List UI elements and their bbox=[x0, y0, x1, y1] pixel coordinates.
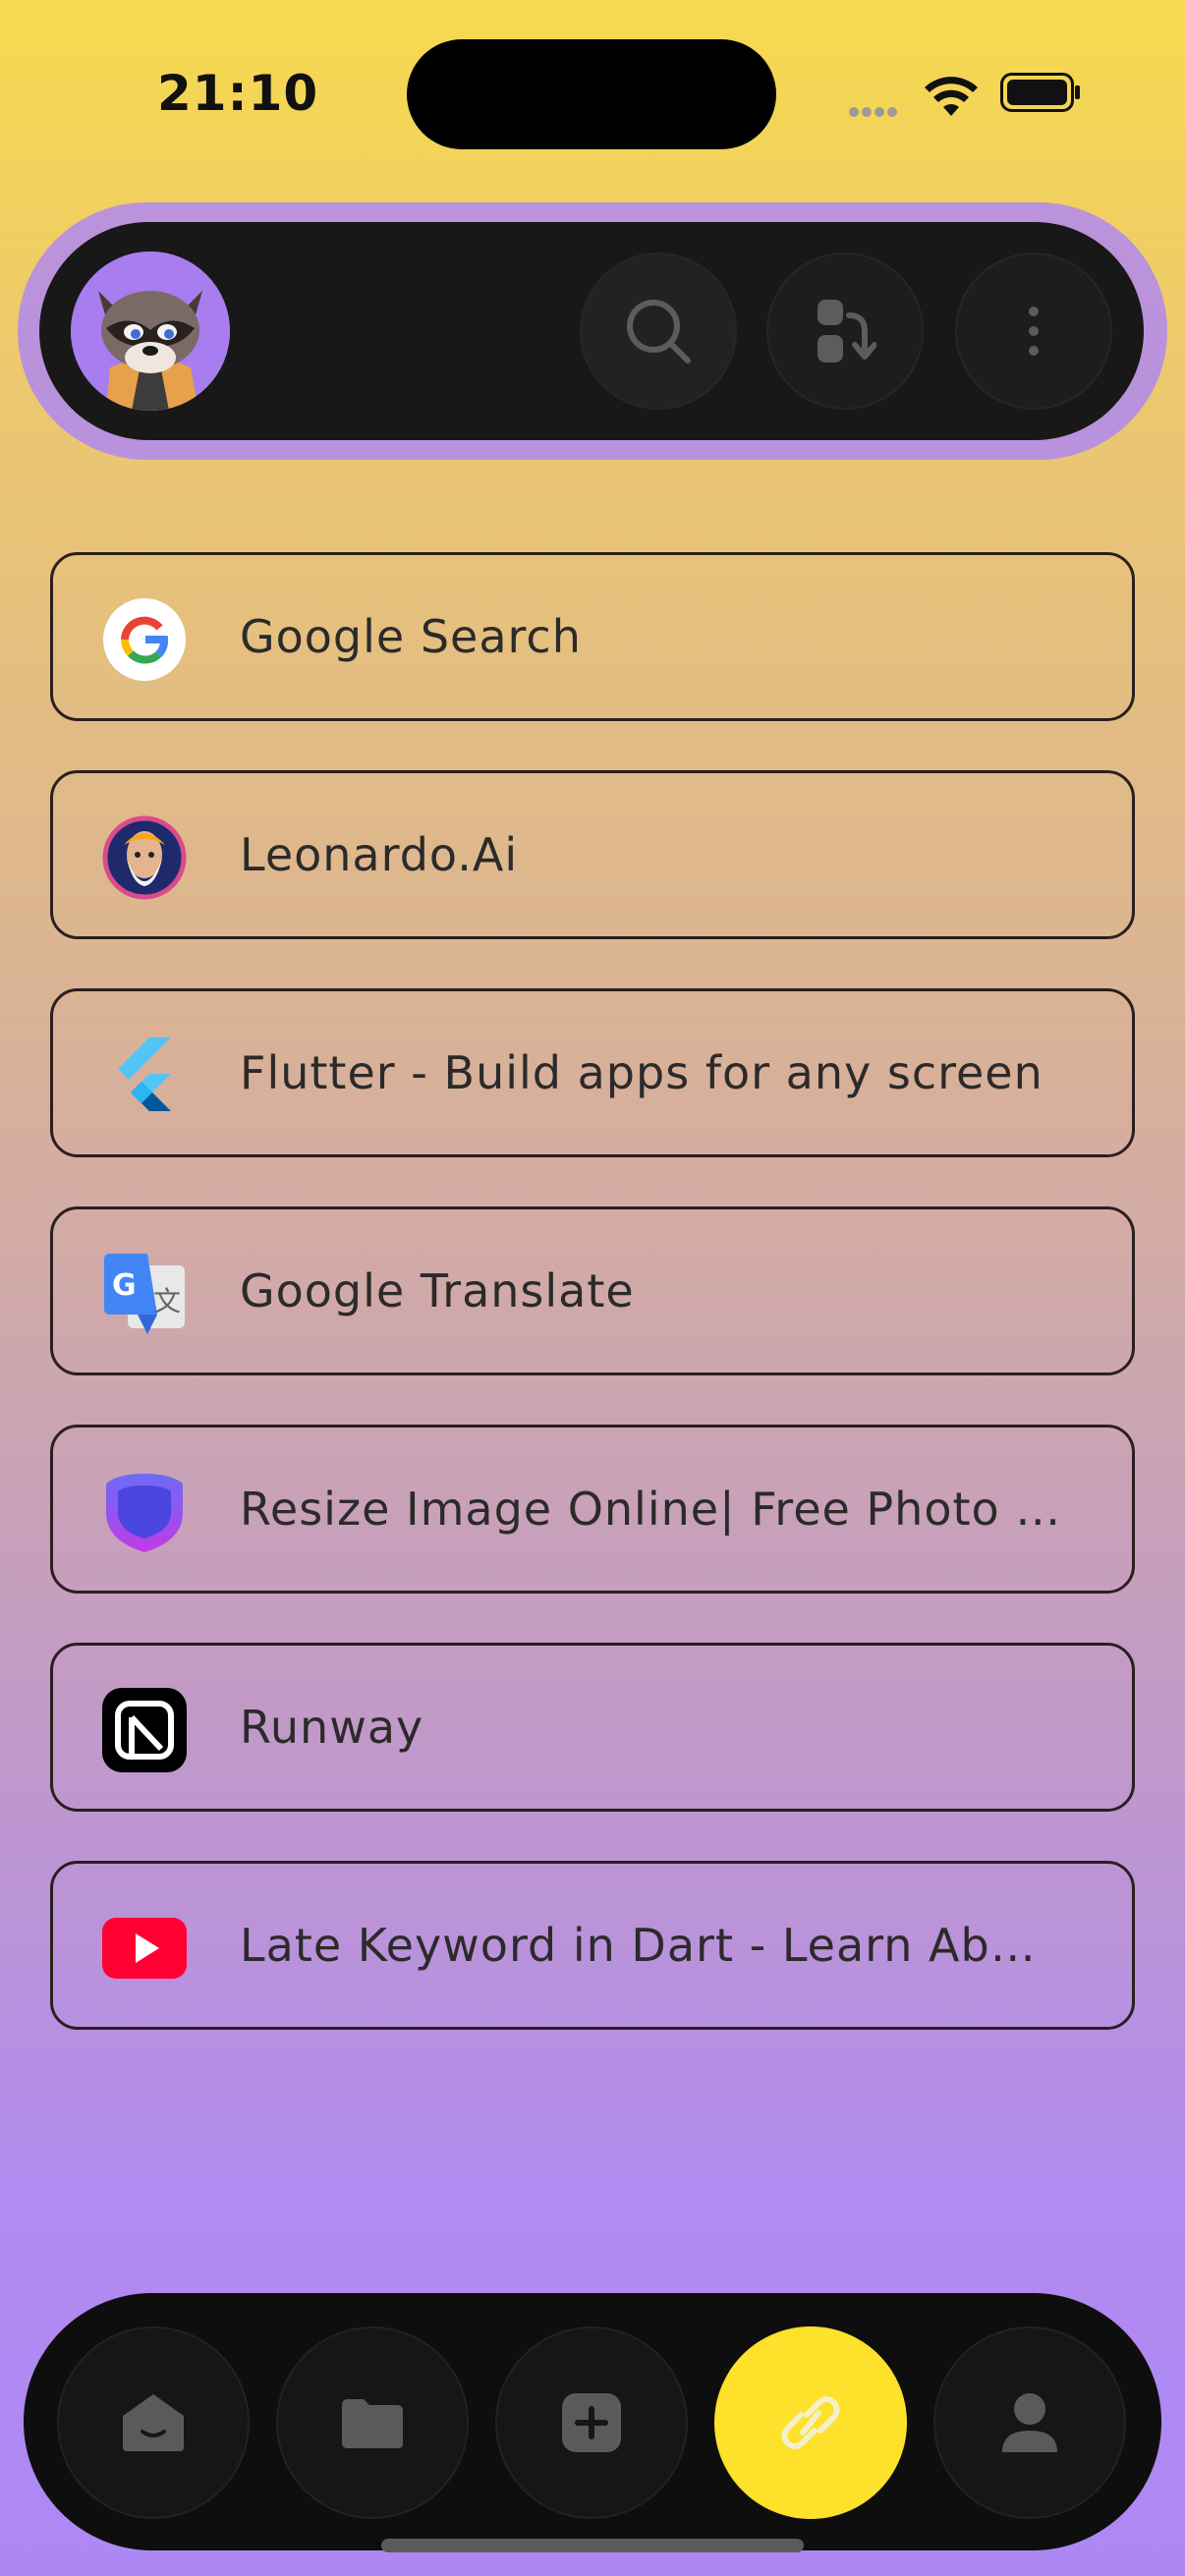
home-indicator bbox=[381, 2539, 804, 2552]
link-title: Google Translate bbox=[240, 1264, 635, 1317]
link-item-google-search[interactable]: Google Search bbox=[50, 552, 1135, 721]
dynamic-island bbox=[407, 39, 776, 149]
link-title: Late Keyword in Dart - Learn About Late … bbox=[240, 1919, 1063, 1972]
more-button[interactable] bbox=[955, 252, 1112, 410]
sort-icon bbox=[818, 300, 876, 363]
link-list: Google Search Leonardo.Ai Flutter - Buil… bbox=[50, 552, 1135, 2079]
add-icon bbox=[562, 2393, 621, 2452]
avatar[interactable] bbox=[71, 252, 230, 411]
link-item-youtube[interactable]: Late Keyword in Dart - Learn About Late … bbox=[50, 1861, 1135, 2030]
more-vertical-icon bbox=[1029, 307, 1039, 356]
nav-home-button[interactable] bbox=[57, 2326, 250, 2519]
profile-icon bbox=[1002, 2393, 1057, 2452]
search-button[interactable] bbox=[580, 252, 737, 410]
folder-icon bbox=[342, 2399, 403, 2448]
link-item-google-translate[interactable]: G 文 Google Translate bbox=[50, 1206, 1135, 1375]
youtube-icon bbox=[102, 1906, 187, 1990]
nav-folder-button[interactable] bbox=[276, 2326, 469, 2519]
link-item-leonardo[interactable]: Leonardo.Ai bbox=[50, 770, 1135, 939]
link-item-flutter[interactable]: Flutter - Build apps for any screen bbox=[50, 988, 1135, 1157]
home-icon bbox=[123, 2394, 184, 2451]
link-title: Resize Image Online| Free Photo Resizer bbox=[240, 1483, 1063, 1536]
link-title: Flutter - Build apps for any screen bbox=[240, 1046, 1044, 1099]
sort-button[interactable] bbox=[766, 252, 924, 410]
status-time: 21:10 bbox=[157, 65, 319, 122]
shield-icon bbox=[102, 1470, 187, 1554]
link-title: Google Search bbox=[240, 610, 582, 663]
wifi-icon bbox=[925, 77, 978, 116]
search-icon bbox=[627, 300, 691, 364]
nav-profile-button[interactable] bbox=[933, 2326, 1126, 2519]
top-bar bbox=[39, 222, 1144, 440]
nav-links-button[interactable] bbox=[714, 2326, 907, 2519]
leonardo-icon bbox=[102, 815, 187, 900]
signal-icon bbox=[849, 102, 900, 121]
google-icon bbox=[102, 597, 187, 682]
google-translate-icon: G 文 bbox=[102, 1252, 187, 1336]
flutter-icon bbox=[102, 1034, 187, 1118]
link-title: Runway bbox=[240, 1701, 424, 1754]
link-icon bbox=[781, 2396, 840, 2449]
raccoon-avatar-image bbox=[71, 252, 230, 411]
svg-text:G: G bbox=[112, 1268, 137, 1303]
link-item-runway[interactable]: Runway bbox=[50, 1643, 1135, 1812]
runway-icon bbox=[102, 1688, 187, 1772]
link-item-resize-image[interactable]: Resize Image Online| Free Photo Resizer bbox=[50, 1425, 1135, 1594]
bottom-nav bbox=[24, 2293, 1161, 2550]
link-title: Leonardo.Ai bbox=[240, 828, 519, 881]
battery-icon bbox=[1000, 73, 1080, 112]
nav-add-button[interactable] bbox=[495, 2326, 688, 2519]
svg-text:文: 文 bbox=[153, 1285, 181, 1317]
status-bar: 21:10 bbox=[0, 0, 1185, 196]
